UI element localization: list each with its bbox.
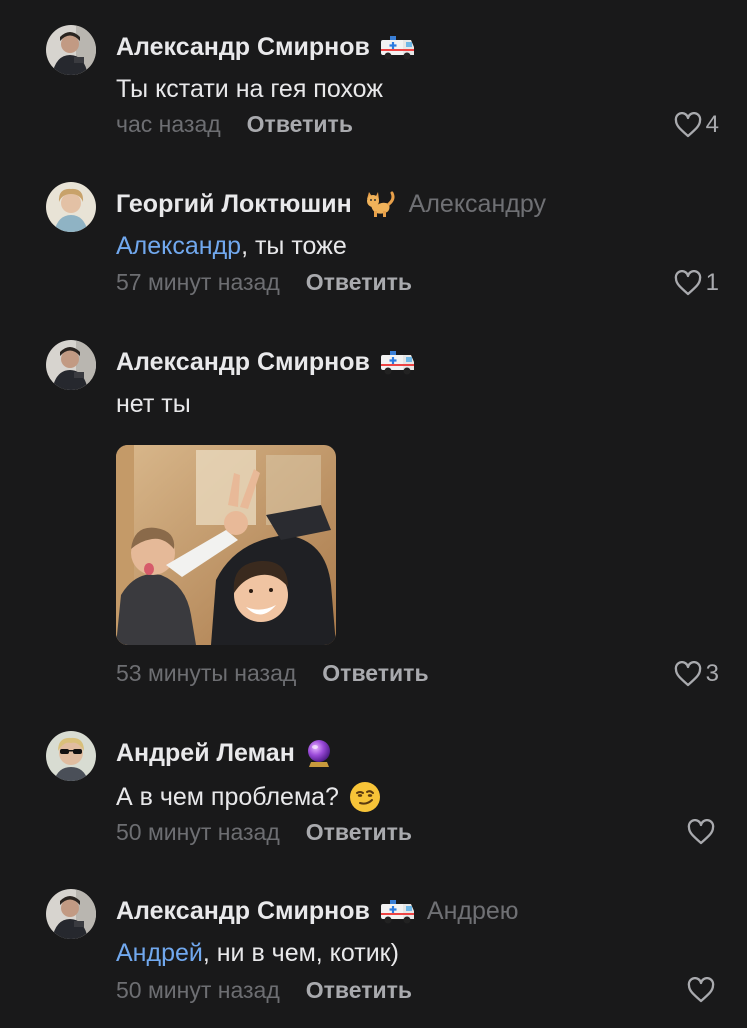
comment-text: нет ты [116,390,191,418]
comment-header: Андрей Леман [116,735,334,771]
like-count: 1 [705,269,719,296]
like-button[interactable]: 4 [674,111,719,139]
ambulance-icon [379,896,415,926]
like-count: 4 [705,111,719,138]
heart-icon [674,112,701,138]
cat-icon [361,189,397,219]
reply-button[interactable]: Ответить [247,111,353,138]
ambulance-icon [379,347,415,377]
author-name[interactable]: Георгий Локтюшин [116,190,352,219]
like-button[interactable] [687,977,719,1003]
avatar[interactable] [46,182,96,232]
timestamp: 57 минут назад [116,269,280,295]
avatar[interactable] [46,25,96,75]
timestamp: час назад [116,111,221,137]
comment-text: А в чем проблема? [116,781,381,813]
like-count: 3 [705,660,719,687]
crystal-ball-icon [304,738,334,768]
comment-meta: 50 минут назад Ответить [116,819,412,846]
heart-icon [674,661,701,687]
reply-button[interactable]: Ответить [306,977,412,1004]
author-name[interactable]: Александр Смирнов [116,33,370,62]
timestamp: 50 минут назад [116,819,280,845]
photo-attachment[interactable] [116,445,336,645]
smirking-face-icon [349,781,381,813]
reply-to-label[interactable]: Александру [409,190,546,219]
reply-button[interactable]: Ответить [322,660,428,687]
comment-header: Георгий Локтюшин Александру [116,186,546,222]
like-button[interactable]: 3 [674,660,719,688]
timestamp: 50 минут назад [116,977,280,1003]
avatar[interactable] [46,731,96,781]
ambulance-icon [379,32,415,62]
heart-icon [687,977,715,1003]
mention-link[interactable]: Андрей [116,939,203,968]
avatar[interactable] [46,340,96,390]
comment-header: Александр Смирнов [116,344,415,380]
comment-header: Александр Смирнов Андрею [116,893,519,929]
like-button[interactable]: 1 [674,269,719,297]
comment-meta: 50 минут назад Ответить [116,977,412,1004]
like-button[interactable] [687,819,719,845]
comment-text: Андрей, ни в чем, котик) [116,939,399,968]
comment-meta: 53 минуты назад Ответить [116,660,429,687]
author-name[interactable]: Андрей Леман [116,739,295,768]
author-name[interactable]: Александр Смирнов [116,897,370,926]
mention-link[interactable]: Александр [116,232,241,261]
comment-text: Александр, ты тоже [116,232,347,261]
reply-to-label[interactable]: Андрею [427,897,519,926]
comment-header: Александр Смирнов [116,29,415,65]
timestamp: 53 минуты назад [116,660,297,686]
author-name[interactable]: Александр Смирнов [116,348,370,377]
comment-meta: час назад Ответить [116,111,353,138]
comment-meta: 57 минут назад Ответить [116,269,412,296]
heart-icon [674,270,701,296]
avatar[interactable] [46,889,96,939]
reply-button[interactable]: Ответить [306,819,412,846]
comment-text: Ты кстати на гея похож [116,75,384,103]
reply-button[interactable]: Ответить [306,269,412,296]
heart-icon [687,819,715,845]
